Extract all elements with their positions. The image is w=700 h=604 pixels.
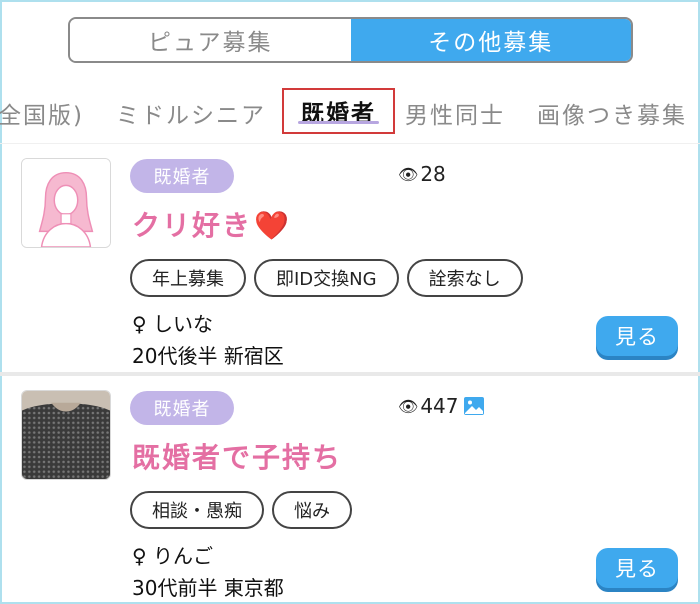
category-badge: 既婚者 (130, 391, 234, 425)
age-and-area: 30代前半 東京都 (132, 572, 284, 601)
poster-name: りんご (153, 544, 214, 568)
poster-age: 30代前半 (132, 576, 218, 600)
poster-age: 20代後半 (132, 344, 218, 368)
age-and-area: 20代後半 新宿区 (132, 340, 284, 369)
post-title[interactable]: クリ好き❤️ (132, 204, 291, 244)
tab-middle-senior[interactable]: ミドルシニア (116, 96, 266, 130)
post-title[interactable]: 既婚者で子持ち (132, 436, 342, 476)
tab-married[interactable]: 既婚者 (282, 88, 395, 134)
tab-male-same-sex[interactable]: 男性同士 (405, 96, 505, 130)
female-icon: ♀ (132, 312, 147, 336)
gender-and-name: ♀ しいな (132, 308, 213, 337)
image-icon (463, 397, 484, 415)
tag-chip[interactable]: 年上募集 (130, 259, 246, 297)
tag-chip[interactable]: 悩み (272, 491, 352, 529)
avatar-photo[interactable] (21, 390, 111, 480)
active-tab-indicator (298, 121, 379, 124)
view-button[interactable]: 見る (596, 316, 678, 356)
view-button[interactable]: 見る (596, 548, 678, 588)
segment-other-recruit[interactable]: その他募集 (350, 19, 631, 61)
post-title-text: クリ好き (132, 209, 253, 242)
eye-icon: 👁 (398, 396, 419, 416)
post-card[interactable]: 既婚者 👁 447 既婚者で子持ち 相談・愚痴 悩み ♀ りんご 30代前半 東… (0, 376, 700, 604)
tab-nationwide[interactable]: 全国版) (0, 96, 84, 130)
category-tabs: 全国版) ミドルシニア 既婚者 男性同士 画像つき募集 (0, 88, 700, 134)
view-count: 👁 28 (398, 162, 446, 186)
view-count-value: 28 (420, 162, 446, 186)
poster-area: 東京都 (223, 576, 284, 600)
poster-area: 新宿区 (223, 344, 284, 368)
poster-name: しいな (153, 312, 214, 336)
category-badge: 既婚者 (130, 159, 234, 193)
tag-list: 相談・愚痴 悩み (130, 491, 352, 529)
eye-icon: 👁 (398, 164, 419, 184)
avatar-silhouette-icon (22, 159, 110, 247)
view-count: 👁 447 (398, 394, 485, 418)
tag-list: 年上募集 即ID交換NG 詮索なし (130, 259, 523, 297)
recruit-type-segmented-control: ピュア募集 その他募集 (68, 17, 633, 63)
female-icon: ♀ (132, 544, 147, 568)
avatar[interactable] (21, 158, 111, 248)
segment-pure-recruit[interactable]: ピュア募集 (70, 19, 351, 61)
post-title-text: 既婚者で子持ち (132, 441, 343, 474)
post-card[interactable]: 既婚者 👁 28 クリ好き❤️ 年上募集 即ID交換NG 詮索なし ♀ しいな … (0, 144, 700, 372)
view-count-value: 447 (420, 394, 459, 418)
tag-chip[interactable]: 詮索なし (406, 259, 523, 297)
avatar-photo-image (22, 391, 110, 479)
tab-with-image[interactable]: 画像つき募集 (537, 96, 687, 130)
gender-and-name: ♀ りんご (132, 540, 213, 569)
tag-chip[interactable]: 相談・愚痴 (130, 491, 264, 529)
heart-icon: ❤️ (254, 209, 291, 242)
tag-chip[interactable]: 即ID交換NG (254, 259, 399, 297)
